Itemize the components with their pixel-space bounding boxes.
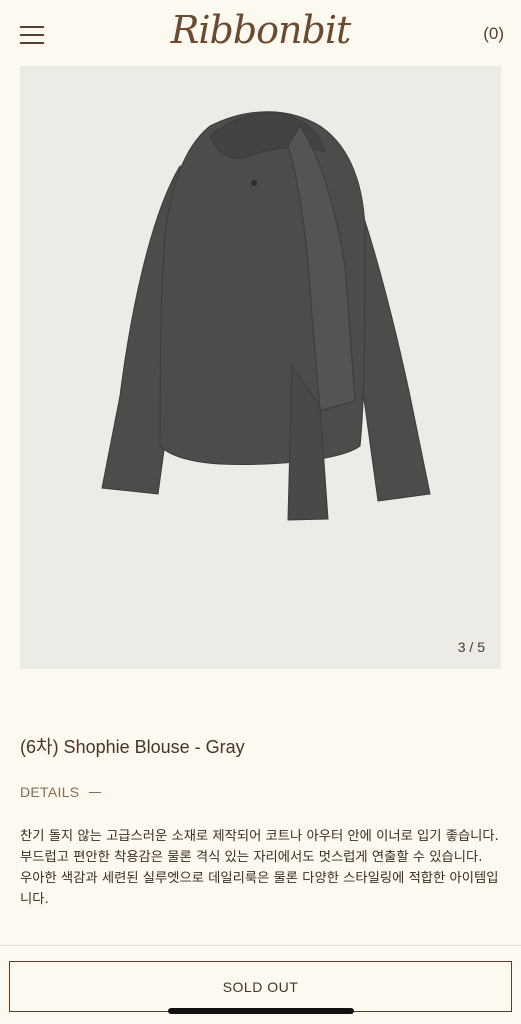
description-line: 찬기 돌지 않는 고급스러운 소재로 제작되어 코트나 아우터 안에 이너로 입… — [20, 829, 499, 844]
product-image-gallery[interactable]: 3 / 5 — [20, 66, 501, 669]
details-toggle[interactable]: DETAILS — [20, 784, 102, 800]
button-detail — [251, 180, 257, 186]
product-image — [101, 111, 431, 521]
home-indicator — [168, 1008, 354, 1014]
details-label: DETAILS — [20, 784, 80, 800]
brand-logo[interactable]: Ribbonbit — [0, 8, 521, 52]
sold-out-button[interactable]: SOLD OUT — [9, 961, 512, 1012]
product-title: (6차) Shophie Blouse - Gray — [20, 737, 245, 757]
collapse-dash-icon — [89, 791, 102, 793]
bottom-action-bar: SOLD OUT — [0, 945, 521, 1024]
description-line: 부드럽고 편안한 착용감은 물론 격식 있는 자리에서도 멋스럽게 연출할 수 … — [20, 850, 483, 865]
cart-count[interactable]: (0) — [483, 24, 504, 44]
description-line: 우아한 색감과 세련된 실루엣으로 데일리룩은 물론 다양한 스타일링에 적합한… — [20, 871, 499, 907]
product-description: 찬기 돌지 않는 고급스러운 소재로 제작되어 코트나 아우터 안에 이너로 입… — [20, 826, 500, 910]
image-counter: 3 / 5 — [457, 639, 485, 655]
header: Ribbonbit (0) — [0, 0, 521, 66]
